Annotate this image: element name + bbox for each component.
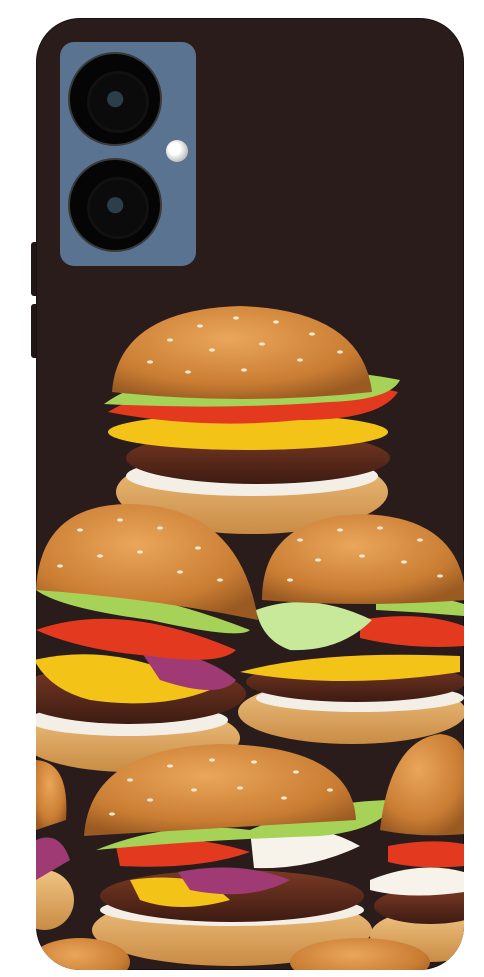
burger-bottom-right	[370, 734, 464, 962]
burger-bottom-left	[36, 760, 74, 930]
burger-bottom-center	[84, 744, 396, 966]
secondary-camera-lens	[68, 158, 162, 252]
lens-glass	[87, 71, 149, 133]
main-camera-lens	[68, 52, 162, 146]
burger-top	[104, 306, 400, 534]
camera-flash	[166, 140, 188, 162]
burger-middle-left	[36, 504, 258, 772]
lens-glass	[87, 177, 149, 239]
burger-middle-right	[238, 514, 464, 744]
